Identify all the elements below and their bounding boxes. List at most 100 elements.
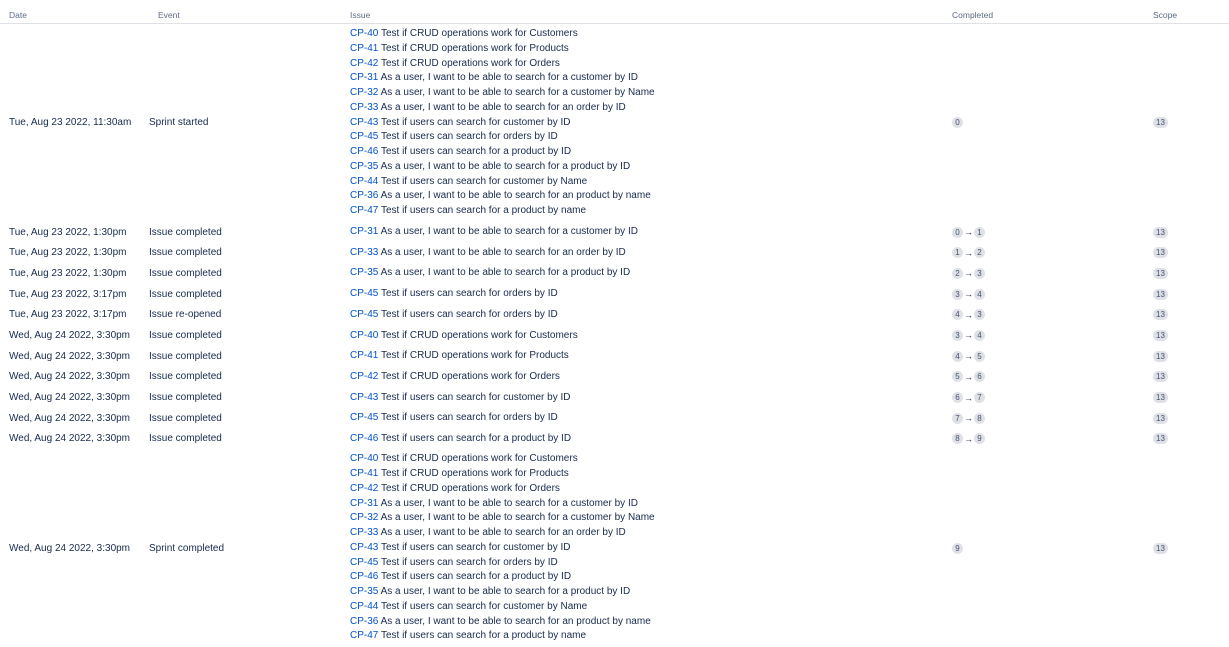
arrow-right-icon: →	[964, 309, 973, 320]
issue-key-link[interactable]: CP-31	[350, 72, 378, 83]
completed-from-badge: 0	[952, 226, 963, 238]
arrow-right-icon: →	[964, 413, 973, 424]
issue-key-link[interactable]: CP-43	[350, 542, 378, 553]
row-scope: 13	[1153, 284, 1229, 305]
issue-key-link[interactable]: CP-32	[350, 512, 378, 523]
header-event[interactable]: Event	[149, 0, 350, 24]
issue-key-link[interactable]: CP-36	[350, 616, 378, 627]
issue-line: CP-31 As a user, I want to be able to se…	[350, 497, 952, 512]
row-completed: 4 → 5	[952, 346, 1153, 367]
header-completed[interactable]: Completed	[952, 0, 1153, 24]
issue-key-link[interactable]: CP-45	[350, 288, 378, 299]
issue-key-link[interactable]: CP-46	[350, 571, 378, 582]
row-issues: CP-42 Test if CRUD operations work for O…	[350, 367, 952, 388]
completed-to-badge: 4	[974, 288, 985, 300]
row-scope: 13	[1153, 242, 1229, 263]
row-date: Tue, Aug 23 2022, 1:30pm	[9, 267, 127, 279]
issue-key-link[interactable]: CP-44	[350, 176, 378, 187]
issue-line: CP-42 Test if CRUD operations work for O…	[350, 57, 952, 72]
issue-key-link[interactable]: CP-40	[350, 28, 378, 39]
issue-key-link[interactable]: CP-32	[350, 87, 378, 98]
issue-summary: Test if CRUD operations work for Product…	[380, 350, 569, 362]
completed-from-badge: 6	[952, 392, 963, 404]
issue-key-link[interactable]: CP-43	[350, 392, 378, 403]
issue-key-link[interactable]: CP-41	[350, 43, 378, 54]
issue-summary: Test if CRUD operations work for Custome…	[380, 329, 578, 341]
row-event: Issue completed	[149, 433, 222, 445]
completed-to-badge: 6	[974, 371, 985, 383]
issue-key-link[interactable]: CP-31	[350, 226, 378, 237]
issue-key-link[interactable]: CP-41	[350, 350, 378, 361]
issue-summary: As a user, I want to be able to search f…	[380, 190, 651, 202]
issue-key-link[interactable]: CP-45	[350, 412, 378, 423]
issue-key-link[interactable]: CP-35	[350, 161, 378, 172]
row-event: Issue completed	[149, 392, 222, 404]
issue-summary: Test if users can search for orders by I…	[380, 556, 558, 568]
row-issues: CP-46 Test if users can search for a pro…	[350, 429, 952, 450]
issue-key-link[interactable]: CP-31	[350, 498, 378, 509]
arrow-right-icon: →	[964, 351, 973, 362]
issue-key-link[interactable]: CP-41	[350, 468, 378, 479]
issue-key-link[interactable]: CP-33	[350, 102, 378, 113]
issue-key-link[interactable]: CP-46	[350, 146, 378, 157]
table-row: Wed, Aug 24 2022, 3:30pm Sprint completed…	[0, 449, 1229, 647]
issue-key-link[interactable]: CP-35	[350, 586, 378, 597]
issue-key-link[interactable]: CP-44	[350, 601, 378, 612]
issue-key-link[interactable]: CP-43	[350, 117, 378, 128]
header-issue[interactable]: Issue	[350, 0, 952, 24]
row-date: Wed, Aug 24 2022, 3:30pm	[9, 371, 131, 383]
issue-key-link[interactable]: CP-42	[350, 483, 378, 494]
row-event: Issue completed	[149, 267, 222, 279]
issue-line: CP-31 As a user, I want to be able to se…	[350, 71, 952, 86]
issue-key-link[interactable]: CP-35	[350, 267, 378, 278]
row-date: Tue, Aug 23 2022, 1:30pm	[9, 226, 127, 238]
row-date: Tue, Aug 23 2022, 1:30pm	[9, 247, 127, 259]
completed-to-badge: 4	[974, 329, 985, 341]
row-scope: 13	[1153, 367, 1229, 388]
row-event: Issue re-opened	[149, 309, 222, 321]
row-completed: 5 → 6	[952, 367, 1153, 388]
issue-key-link[interactable]: CP-33	[350, 247, 378, 258]
row-issues: CP-40 Test if CRUD operations work for C…	[350, 24, 952, 222]
issue-key-link[interactable]: CP-33	[350, 527, 378, 538]
row-issues: CP-40 Test if CRUD operations work for C…	[350, 325, 952, 346]
issue-line: CP-35 As a user, I want to be able to se…	[350, 585, 952, 600]
scope-badge: 13	[1153, 267, 1168, 279]
row-completed: 6 → 7	[952, 387, 1153, 408]
scope-badge: 13	[1153, 371, 1168, 383]
issue-key-link[interactable]: CP-46	[350, 433, 378, 444]
issue-line: CP-41 Test if CRUD operations work for P…	[350, 467, 952, 482]
table-row: Wed, Aug 24 2022, 3:30pm Issue completed C…	[0, 346, 1229, 367]
completed-from-badge: 4	[952, 309, 963, 321]
issue-key-link[interactable]: CP-47	[350, 630, 378, 641]
header-date[interactable]: Date	[0, 0, 149, 24]
issue-line: CP-33 As a user, I want to be able to se…	[350, 243, 952, 263]
issue-summary: Test if users can search for orders by I…	[380, 131, 558, 143]
issue-key-link[interactable]: CP-42	[350, 371, 378, 382]
issue-line: CP-41 Test if CRUD operations work for P…	[350, 346, 952, 366]
issue-summary: As a user, I want to be able to search f…	[380, 101, 626, 113]
issue-key-link[interactable]: CP-36	[350, 190, 378, 201]
issue-key-link[interactable]: CP-40	[350, 330, 378, 341]
issue-key-link[interactable]: CP-45	[350, 131, 378, 142]
row-completed: 4 → 3	[952, 305, 1153, 326]
arrow-right-icon: →	[964, 371, 973, 382]
table-row: Wed, Aug 24 2022, 3:30pm Issue completed C…	[0, 325, 1229, 346]
completed-to-badge: 3	[974, 267, 985, 279]
issue-key-link[interactable]: CP-45	[350, 557, 378, 568]
row-date: Tue, Aug 23 2022, 3:17pm	[9, 288, 127, 300]
issue-key-link[interactable]: CP-47	[350, 205, 378, 216]
row-scope: 13	[1153, 449, 1229, 647]
row-date: Wed, Aug 24 2022, 3:30pm	[9, 350, 131, 362]
row-scope: 13	[1153, 387, 1229, 408]
issue-key-link[interactable]: CP-45	[350, 309, 378, 320]
issue-line: CP-47 Test if users can search for a pro…	[350, 204, 952, 219]
issue-key-link[interactable]: CP-40	[350, 453, 378, 464]
table-row: Wed, Aug 24 2022, 3:30pm Issue completed C…	[0, 429, 1229, 450]
scope-badge: 13	[1153, 117, 1168, 129]
table-row: Wed, Aug 24 2022, 3:30pm Issue completed C…	[0, 367, 1229, 388]
header-scope[interactable]: Scope	[1153, 0, 1229, 24]
issue-key-link[interactable]: CP-42	[350, 58, 378, 69]
completed-from-badge: 1	[952, 247, 963, 259]
issue-summary: Test if users can search for a product b…	[380, 571, 572, 583]
